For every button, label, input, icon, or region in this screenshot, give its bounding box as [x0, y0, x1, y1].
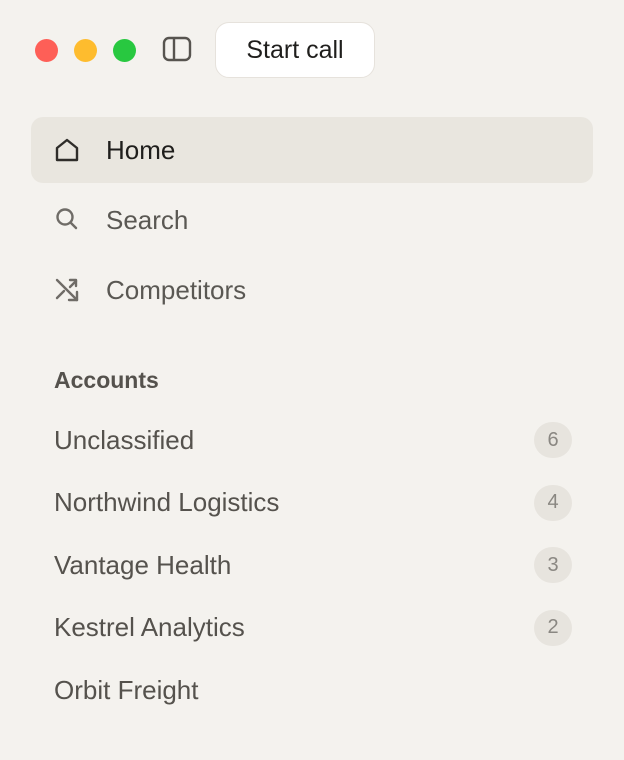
nav-item-competitors[interactable]: Competitors [31, 257, 593, 323]
start-call-button[interactable]: Start call [215, 22, 375, 78]
account-item-unclassified[interactable]: Unclassified 6 [54, 409, 572, 472]
nav-item-label: Search [106, 204, 189, 235]
account-item-vantage-health[interactable]: Vantage Health 3 [54, 534, 572, 597]
account-name: Vantage Health [54, 549, 232, 580]
account-name: Kestrel Analytics [54, 612, 245, 643]
arrows-cross-icon [55, 278, 79, 302]
account-name: Northwind Logistics [54, 487, 280, 518]
account-name: Unclassified [54, 424, 195, 455]
accounts-list: Unclassified 6 Northwind Logistics 4 Van… [54, 409, 572, 722]
count-badge: 6 [534, 422, 572, 459]
nav-item-home[interactable]: Home [31, 117, 593, 183]
count-badge: 4 [534, 484, 572, 521]
account-item-orbit-freight[interactable]: Orbit Freight [54, 659, 572, 722]
account-item-kestrel-analytics[interactable]: Kestrel Analytics 2 [54, 597, 572, 660]
primary-nav: Home Search Competitors [31, 117, 593, 327]
accounts-section-title: Accounts [54, 367, 159, 393]
nav-item-label: Home [106, 134, 176, 165]
search-icon [56, 208, 78, 230]
minimize-window-button[interactable] [74, 39, 97, 62]
maximize-window-button[interactable] [113, 39, 136, 62]
count-badge: 3 [534, 547, 572, 584]
account-item-northwind-logistics[interactable]: Northwind Logistics 4 [54, 472, 572, 535]
sidebar-toggle-button[interactable] [162, 36, 192, 62]
count-badge: 2 [534, 609, 572, 646]
title-bar: Start call [0, 0, 624, 100]
nav-item-label: Competitors [106, 274, 247, 305]
home-icon [55, 138, 79, 162]
nav-item-search[interactable]: Search [31, 187, 593, 253]
close-window-button[interactable] [35, 39, 58, 62]
sidebar-panel-icon [162, 36, 192, 62]
start-call-label: Start call [246, 35, 344, 64]
account-name: Orbit Freight [54, 674, 199, 705]
